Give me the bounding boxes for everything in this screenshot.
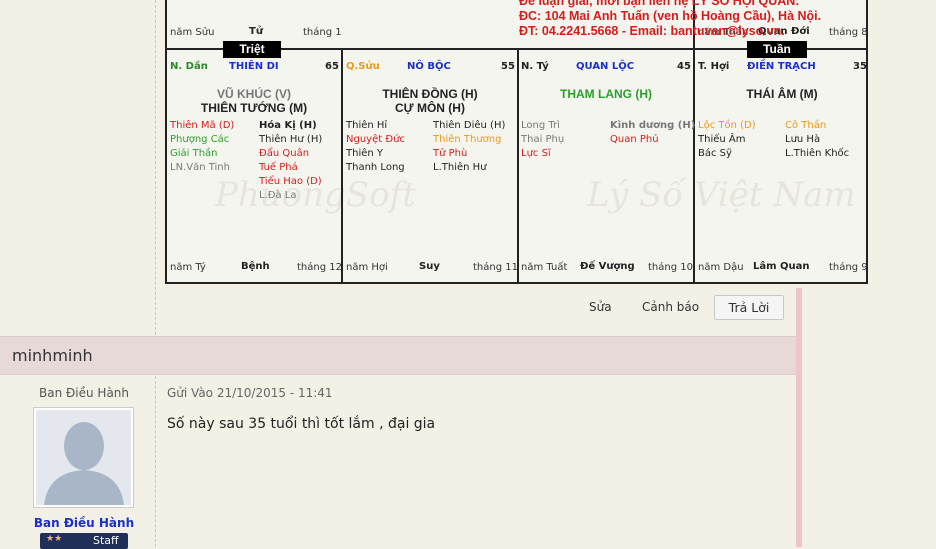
minor-star: Thai Phụ [521, 134, 565, 145]
cell-palace: ĐIỀN TRẠCH [747, 61, 816, 72]
cell-age: 35 [853, 61, 867, 72]
star-icon: ★★ [46, 534, 63, 544]
minor-star: Lộc Tồn (D) [698, 120, 756, 131]
cell-month: tháng 10 [648, 262, 693, 273]
post-date: Gửi Vào 21/10/2015 - 11:41 [167, 386, 333, 400]
minor-star: Thiên Mã (D) [170, 120, 235, 131]
user-group-name: Ban Điều Hành [33, 516, 135, 530]
minor-star: Tiểu Hao (D) [259, 176, 322, 187]
minor-star: L.Thiên Khốc [785, 148, 850, 159]
minor-star: Long Trì [521, 120, 560, 131]
report-link[interactable]: Cảnh báo [642, 300, 699, 314]
minor-star: Giải Thần [170, 148, 218, 159]
post-body: Số này sau 35 tuổi thì tốt lắm , đại gia [167, 416, 436, 432]
cell-age: 55 [501, 61, 515, 72]
minor-star: Thiên Y [346, 148, 384, 159]
minor-star: LN.Văn Tinh [170, 162, 230, 173]
cell-status: Lâm Quan [753, 261, 810, 272]
center-info-line: Để luận giải, mời bạn liên hệ LÝ SỐ HỘI … [519, 0, 800, 8]
center-info-line: ĐC: 104 Mai Anh Tuấn (ven hồ Hoàng Cầu),… [519, 9, 822, 23]
edit-link[interactable]: Sửa [589, 300, 612, 314]
cell-month: tháng 1 [303, 27, 342, 38]
minor-star: Thiếu Âm [698, 134, 746, 145]
badge-label: Staff [93, 534, 119, 547]
post-username[interactable]: minhminh [12, 346, 93, 365]
cell-month: tháng 9 [829, 262, 868, 273]
main-star: VŨ KHÚC (V) [217, 87, 291, 101]
cell-status: Bệnh [241, 261, 270, 272]
minor-star: Thanh Long [346, 162, 405, 173]
main-star: CỰ MÔN (H) [395, 101, 465, 115]
post-content [156, 376, 796, 547]
cell-year: năm Tý [170, 262, 206, 273]
cell-age: 45 [677, 61, 691, 72]
cell-year: năm Hợi [346, 262, 388, 273]
cell-year: năm Dậu [698, 262, 744, 273]
cell-branch: T. Hợi [698, 61, 730, 72]
cell-status: Đế Vượng [580, 261, 635, 272]
cell-palace: QUAN LỘC [576, 61, 635, 72]
cell-year: năm Tuất [521, 262, 568, 273]
cell-branch: Q.Sửu [346, 61, 380, 72]
post-header [0, 336, 796, 375]
previous-post-author-column [0, 0, 156, 335]
minor-star: Thiên Hư (H) [259, 134, 323, 145]
cell-palace: THIÊN DI [229, 61, 279, 72]
tuan-tag: Tuần [747, 41, 807, 58]
cell-status: Suy [419, 261, 440, 272]
minor-star: L.Đà La [259, 190, 297, 201]
horoscope-chart: PhuongSoft Lý Số Việt Nam năm Sửu Tử thá… [165, 0, 868, 284]
grid-line [517, 48, 519, 284]
minor-star: Lưu Hà [785, 134, 821, 145]
triet-tag: Triệt [223, 41, 281, 58]
default-user-icon [36, 410, 131, 505]
watermark-lyso: Lý Số Việt Nam [587, 175, 856, 215]
minor-star: L.Thiên Hư [433, 162, 487, 173]
grid-line [693, 0, 695, 284]
reply-button[interactable]: Trả Lời [714, 295, 784, 320]
minor-star: Kình dương (H) [610, 120, 696, 131]
minor-star: Hóa Kị (H) [259, 120, 317, 131]
avatar[interactable] [33, 407, 134, 508]
minor-star: Lực Sĩ [521, 148, 551, 159]
minor-star: Phượng Các [170, 134, 230, 145]
cell-month: tháng 8 [829, 27, 868, 38]
cell-branch: N. Dần [170, 61, 208, 72]
minor-star: Đẩu Quân [259, 148, 310, 159]
main-star: THIÊN TƯỚNG (M) [200, 101, 308, 115]
right-edge-bar [796, 288, 802, 547]
center-contact-info: Để luận giải, mời bạn liên hệ LÝ SỐ HỘI … [519, 0, 821, 39]
center-info-line: ĐT: 04.2241.5668 - Email: bantuvan@lyso.… [519, 24, 785, 38]
user-title: Ban Điều Hành [38, 386, 130, 400]
main-star: THAM LANG (H) [560, 87, 652, 101]
cell-month: tháng 11 [473, 262, 518, 273]
cell-branch: N. Tý [521, 61, 549, 72]
minor-star: Thiên Diêu (H) [433, 120, 506, 131]
minor-star: Quan Phủ [610, 134, 659, 145]
minor-star: Tử Phù [433, 148, 468, 159]
minor-star: Cô Thần [785, 120, 827, 131]
minor-star: Bác Sỹ [698, 148, 732, 159]
cell-age: 65 [325, 61, 339, 72]
main-star: THÁI ÂM (M) [746, 87, 818, 101]
grid-line [341, 48, 343, 284]
cell-year: năm Sửu [170, 27, 215, 38]
cell-status: Tử [249, 26, 263, 37]
cell-month: tháng 12 [297, 262, 342, 273]
minor-star: Thiên Hỉ [346, 120, 388, 131]
cell-palace: NÔ BỘC [407, 61, 451, 72]
minor-star: Thiên Thương [433, 134, 502, 145]
minor-star: Nguyệt Đức [346, 134, 405, 145]
main-star: THIÊN ĐỒNG (H) [382, 87, 478, 101]
minor-star: Tuế Phá [259, 162, 298, 173]
